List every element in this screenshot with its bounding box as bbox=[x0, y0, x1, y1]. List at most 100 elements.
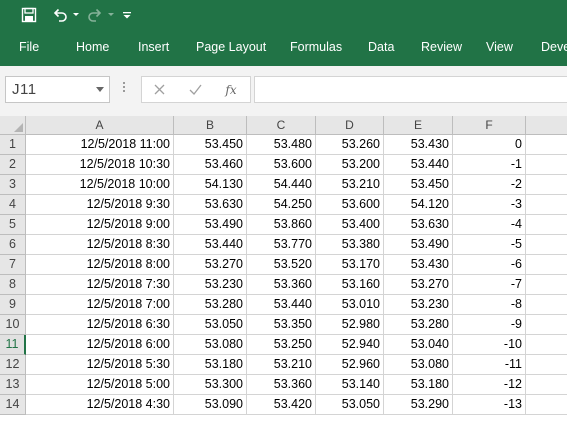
tab-review[interactable]: Review bbox=[421, 31, 462, 66]
cell-a2[interactable]: 12/5/2018 10:30 bbox=[26, 155, 174, 175]
cell-d2[interactable]: 53.200 bbox=[316, 155, 384, 175]
cell-f2[interactable]: -1 bbox=[453, 155, 526, 175]
column-header-c[interactable]: C bbox=[247, 116, 316, 135]
cell-b7[interactable]: 53.270 bbox=[174, 255, 247, 275]
cell-g1[interactable] bbox=[526, 135, 567, 155]
column-header-f[interactable]: F bbox=[453, 116, 526, 135]
customize-icon[interactable] bbox=[121, 4, 133, 26]
chevron-down-icon[interactable] bbox=[96, 87, 104, 92]
cell-d11[interactable]: 52.940 bbox=[316, 335, 384, 355]
undo-icon[interactable] bbox=[50, 4, 70, 26]
cell-d3[interactable]: 53.210 bbox=[316, 175, 384, 195]
undo-dropdown-icon[interactable] bbox=[71, 4, 81, 26]
formula-input[interactable] bbox=[254, 76, 567, 103]
cancel-icon[interactable] bbox=[144, 77, 174, 102]
cell-a4[interactable]: 12/5/2018 9:30 bbox=[26, 195, 174, 215]
cell-f13[interactable]: -12 bbox=[453, 375, 526, 395]
cell-a14[interactable]: 12/5/2018 4:30 bbox=[26, 395, 174, 415]
row-header-4[interactable]: 4 bbox=[0, 195, 26, 215]
select-all-button[interactable] bbox=[0, 116, 26, 135]
cell-f7[interactable]: -6 bbox=[453, 255, 526, 275]
cell-a12[interactable]: 12/5/2018 5:30 bbox=[26, 355, 174, 375]
cell-c8[interactable]: 53.360 bbox=[247, 275, 316, 295]
tab-page-layout[interactable]: Page Layout bbox=[196, 31, 266, 66]
cell-c9[interactable]: 53.440 bbox=[247, 295, 316, 315]
redo-dropdown-icon[interactable] bbox=[106, 4, 116, 26]
cell-c2[interactable]: 53.600 bbox=[247, 155, 316, 175]
cell-g5[interactable] bbox=[526, 215, 567, 235]
cell-e8[interactable]: 53.270 bbox=[384, 275, 453, 295]
cell-b1[interactable]: 53.450 bbox=[174, 135, 247, 155]
cell-e9[interactable]: 53.230 bbox=[384, 295, 453, 315]
row-header-2[interactable]: 2 bbox=[0, 155, 26, 175]
cell-c12[interactable]: 53.210 bbox=[247, 355, 316, 375]
cell-a10[interactable]: 12/5/2018 6:30 bbox=[26, 315, 174, 335]
cell-g6[interactable] bbox=[526, 235, 567, 255]
cell-a7[interactable]: 12/5/2018 8:00 bbox=[26, 255, 174, 275]
tab-view[interactable]: View bbox=[486, 31, 513, 66]
tab-file[interactable]: File bbox=[19, 31, 39, 66]
cell-f3[interactable]: -2 bbox=[453, 175, 526, 195]
row-header-1[interactable]: 1 bbox=[0, 135, 26, 155]
cell-d5[interactable]: 53.400 bbox=[316, 215, 384, 235]
save-icon[interactable] bbox=[17, 4, 41, 26]
cell-f1[interactable]: 0 bbox=[453, 135, 526, 155]
cell-d6[interactable]: 53.380 bbox=[316, 235, 384, 255]
cell-e1[interactable]: 53.430 bbox=[384, 135, 453, 155]
row-header-9[interactable]: 9 bbox=[0, 295, 26, 315]
cell-b11[interactable]: 53.080 bbox=[174, 335, 247, 355]
row-header-12[interactable]: 12 bbox=[0, 355, 26, 375]
row-header-5[interactable]: 5 bbox=[0, 215, 26, 235]
cell-d12[interactable]: 52.960 bbox=[316, 355, 384, 375]
row-header-3[interactable]: 3 bbox=[0, 175, 26, 195]
cell-a1[interactable]: 12/5/2018 11:00 bbox=[26, 135, 174, 155]
cell-g2[interactable] bbox=[526, 155, 567, 175]
cell-g11[interactable] bbox=[526, 335, 567, 355]
cell-c13[interactable]: 53.360 bbox=[247, 375, 316, 395]
cell-g9[interactable] bbox=[526, 295, 567, 315]
cell-e12[interactable]: 53.080 bbox=[384, 355, 453, 375]
cell-c3[interactable]: 54.440 bbox=[247, 175, 316, 195]
cell-f9[interactable]: -8 bbox=[453, 295, 526, 315]
cell-f10[interactable]: -9 bbox=[453, 315, 526, 335]
cell-a9[interactable]: 12/5/2018 7:00 bbox=[26, 295, 174, 315]
cell-f14[interactable]: -13 bbox=[453, 395, 526, 415]
cell-g3[interactable] bbox=[526, 175, 567, 195]
insert-function-button[interactable]: fx bbox=[216, 77, 246, 102]
cell-f12[interactable]: -11 bbox=[453, 355, 526, 375]
row-header-13[interactable]: 13 bbox=[0, 375, 26, 395]
cell-b9[interactable]: 53.280 bbox=[174, 295, 247, 315]
row-header-14[interactable]: 14 bbox=[0, 395, 26, 415]
cell-c14[interactable]: 53.420 bbox=[247, 395, 316, 415]
cell-d7[interactable]: 53.170 bbox=[316, 255, 384, 275]
column-header-e[interactable]: E bbox=[384, 116, 453, 135]
row-header-7[interactable]: 7 bbox=[0, 255, 26, 275]
enter-check-icon[interactable] bbox=[180, 77, 210, 102]
cell-f8[interactable]: -7 bbox=[453, 275, 526, 295]
cell-b4[interactable]: 53.630 bbox=[174, 195, 247, 215]
cell-e4[interactable]: 54.120 bbox=[384, 195, 453, 215]
cell-d13[interactable]: 53.140 bbox=[316, 375, 384, 395]
cell-b6[interactable]: 53.440 bbox=[174, 235, 247, 255]
cell-a6[interactable]: 12/5/2018 8:30 bbox=[26, 235, 174, 255]
row-header-8[interactable]: 8 bbox=[0, 275, 26, 295]
cell-d1[interactable]: 53.260 bbox=[316, 135, 384, 155]
cell-b13[interactable]: 53.300 bbox=[174, 375, 247, 395]
tab-formulas[interactable]: Formulas bbox=[290, 31, 342, 66]
cell-e13[interactable]: 53.180 bbox=[384, 375, 453, 395]
cell-d14[interactable]: 53.050 bbox=[316, 395, 384, 415]
cell-e6[interactable]: 53.490 bbox=[384, 235, 453, 255]
tab-data[interactable]: Data bbox=[368, 31, 394, 66]
cell-c11[interactable]: 53.250 bbox=[247, 335, 316, 355]
cell-e14[interactable]: 53.290 bbox=[384, 395, 453, 415]
cell-d4[interactable]: 53.600 bbox=[316, 195, 384, 215]
cell-g14[interactable] bbox=[526, 395, 567, 415]
column-header-empty[interactable] bbox=[526, 116, 567, 135]
cell-c5[interactable]: 53.860 bbox=[247, 215, 316, 235]
cell-a8[interactable]: 12/5/2018 7:30 bbox=[26, 275, 174, 295]
cell-e2[interactable]: 53.440 bbox=[384, 155, 453, 175]
cell-e5[interactable]: 53.630 bbox=[384, 215, 453, 235]
column-header-d[interactable]: D bbox=[316, 116, 384, 135]
cell-c1[interactable]: 53.480 bbox=[247, 135, 316, 155]
name-box[interactable]: J11 bbox=[5, 76, 110, 103]
